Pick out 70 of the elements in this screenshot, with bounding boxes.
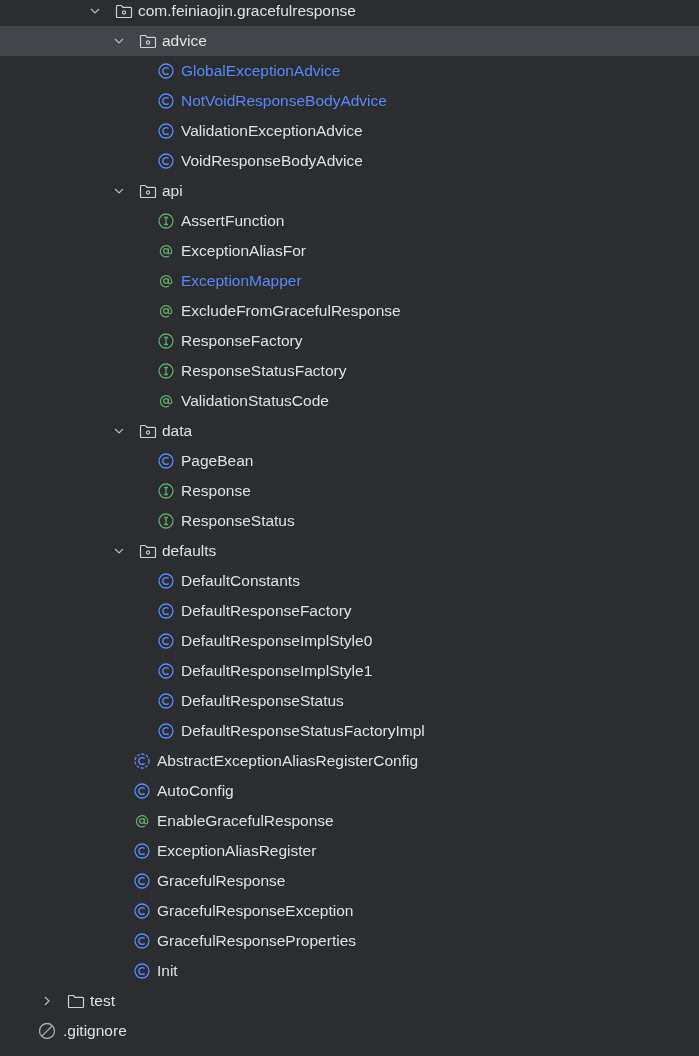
package-folder-icon xyxy=(139,423,157,439)
interface-icon xyxy=(158,513,174,529)
annotation-icon xyxy=(158,393,174,409)
tree-item[interactable]: test xyxy=(0,986,699,1016)
interface-icon xyxy=(158,333,174,349)
tree-item[interactable]: DefaultResponseStatus xyxy=(0,686,699,716)
tree-item[interactable]: data xyxy=(0,416,699,446)
annotation-icon xyxy=(158,273,174,289)
interface-icon xyxy=(158,363,174,379)
tree-item[interactable]: DefaultResponseImplStyle0 xyxy=(0,626,699,656)
class-icon xyxy=(158,573,174,589)
class-icon xyxy=(158,93,174,109)
package-folder-icon xyxy=(139,183,157,199)
annotation-icon xyxy=(158,243,174,259)
class-icon xyxy=(158,123,174,139)
class-icon xyxy=(134,903,150,919)
tree-item[interactable]: .gitignore xyxy=(0,1016,699,1046)
interface-icon xyxy=(158,213,174,229)
tree-item[interactable]: ExceptionAliasFor xyxy=(0,236,699,266)
tree-item[interactable]: NotVoidResponseBodyAdvice xyxy=(0,86,699,116)
ignored-file-icon xyxy=(38,1022,56,1040)
interface-icon xyxy=(158,483,174,499)
class-icon xyxy=(158,723,174,739)
class-icon xyxy=(158,633,174,649)
annotation-icon xyxy=(134,813,150,829)
tree-item[interactable]: ResponseStatus xyxy=(0,506,699,536)
tree-item[interactable]: ExcludeFromGracefulResponse xyxy=(0,296,699,326)
tree-item[interactable]: ExceptionMapper xyxy=(0,266,699,296)
class-icon xyxy=(134,843,150,859)
package-folder-icon xyxy=(139,33,157,49)
annotation-icon xyxy=(158,303,174,319)
class-icon xyxy=(158,663,174,679)
tree-item[interactable]: advice xyxy=(0,26,699,56)
abstract-class-icon xyxy=(134,753,150,769)
tree-item[interactable]: api xyxy=(0,176,699,206)
tree-item[interactable]: ResponseStatusFactory xyxy=(0,356,699,386)
tree-item[interactable]: GracefulResponseException xyxy=(0,896,699,926)
tree-item[interactable]: VoidResponseBodyAdvice xyxy=(0,146,699,176)
tree-item[interactable]: Response xyxy=(0,476,699,506)
tree-item[interactable]: com.feiniaojin.gracefulresponse xyxy=(0,0,699,26)
tree-item[interactable]: ExceptionAliasRegister xyxy=(0,836,699,866)
class-icon xyxy=(158,153,174,169)
tree-item[interactable]: GracefulResponse xyxy=(0,866,699,896)
class-icon xyxy=(158,603,174,619)
tree-item[interactable]: DefaultResponseFactory xyxy=(0,596,699,626)
tree-item[interactable]: PageBean xyxy=(0,446,699,476)
package-folder-icon xyxy=(139,543,157,559)
tree-item[interactable]: ResponseFactory xyxy=(0,326,699,356)
tree-item[interactable]: EnableGracefulResponse xyxy=(0,806,699,836)
tree-item[interactable]: defaults xyxy=(0,536,699,566)
class-icon xyxy=(134,933,150,949)
tree-item[interactable]: Init xyxy=(0,956,699,986)
tree-item[interactable]: DefaultConstants xyxy=(0,566,699,596)
tree-item[interactable]: AutoConfig xyxy=(0,776,699,806)
tree-item[interactable]: DefaultResponseStatusFactoryImpl xyxy=(0,716,699,746)
package-folder-icon xyxy=(115,3,133,19)
class-icon xyxy=(158,63,174,79)
class-icon xyxy=(158,693,174,709)
tree-item[interactable]: AssertFunction xyxy=(0,206,699,236)
tree-item[interactable]: ValidationStatusCode xyxy=(0,386,699,416)
class-icon xyxy=(134,783,150,799)
tree-item[interactable]: GracefulResponseProperties xyxy=(0,926,699,956)
tree-item[interactable]: DefaultResponseImplStyle1 xyxy=(0,656,699,686)
tree-item[interactable]: ValidationExceptionAdvice xyxy=(0,116,699,146)
class-icon xyxy=(134,873,150,889)
folder-icon xyxy=(67,993,85,1009)
tree-item[interactable]: GlobalExceptionAdvice xyxy=(0,56,699,86)
class-icon xyxy=(134,963,150,979)
tree-item[interactable]: AbstractExceptionAliasRegisterConfig xyxy=(0,746,699,776)
class-icon xyxy=(158,453,174,469)
